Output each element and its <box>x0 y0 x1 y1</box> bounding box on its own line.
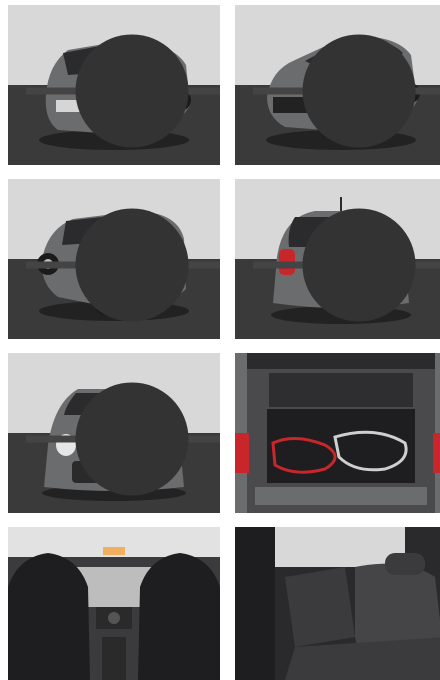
photo-thumbnail-4[interactable] <box>235 179 440 339</box>
dealer-logo-icon <box>253 208 440 322</box>
photo-thumbnail-3[interactable] <box>8 179 220 339</box>
photo-thumbnail-6[interactable] <box>235 353 440 513</box>
dealer-logo-icon <box>253 34 440 148</box>
photo-thumbnail-5[interactable] <box>8 353 220 513</box>
rear-seats-photo <box>235 527 440 680</box>
trunk-open-photo <box>235 353 440 513</box>
dashboard-photo <box>8 527 220 680</box>
photo-gallery <box>0 0 440 680</box>
photo-thumbnail-1[interactable] <box>8 5 220 165</box>
dealer-logo-icon <box>26 34 220 148</box>
photo-thumbnail-8[interactable] <box>235 527 440 680</box>
dealer-logo-icon <box>26 208 220 322</box>
photo-thumbnail-7[interactable] <box>8 527 220 680</box>
dealer-logo-icon <box>26 382 220 496</box>
photo-thumbnail-2[interactable] <box>235 5 440 165</box>
